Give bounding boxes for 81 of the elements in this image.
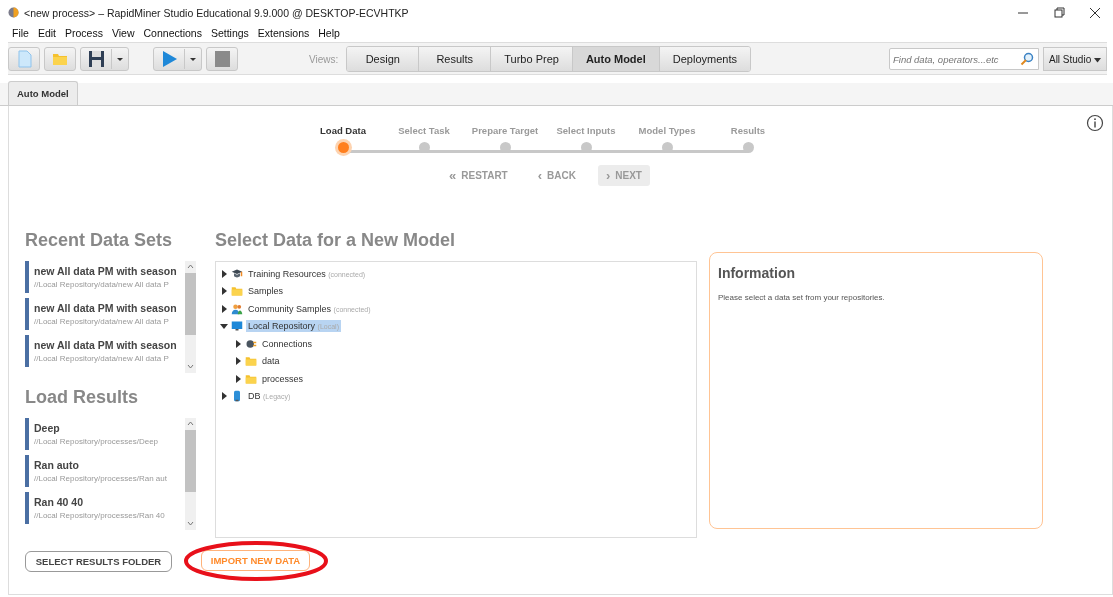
app-logo-icon [8, 7, 19, 18]
chevron-icon: › [605, 168, 611, 183]
stop-button[interactable] [206, 47, 238, 71]
item-path: //Local Repository/processes/Ran aut [34, 474, 168, 483]
save-button[interactable] [80, 47, 129, 71]
scope-dropdown[interactable]: All Studio [1042, 47, 1107, 71]
tree-item[interactable]: data [260, 355, 282, 368]
step-label: Prepare Target [471, 125, 539, 136]
step-label: Load Data [320, 125, 366, 136]
item-path: //Local Repository/data/new All data P [34, 354, 170, 363]
step-label: Select Task [398, 125, 450, 136]
step-dot[interactable] [418, 142, 430, 153]
monitor-icon [231, 320, 243, 333]
search-field[interactable]: Find data, operators...etc [888, 48, 1039, 70]
folder-icon [245, 372, 257, 385]
menu-item[interactable]: View [111, 26, 135, 39]
folder-icon [245, 355, 257, 368]
folder-icon [231, 285, 243, 298]
collapsed-arrow-icon[interactable] [234, 374, 242, 383]
step-dot[interactable] [580, 142, 592, 153]
menu-item[interactable]: Process [65, 26, 103, 39]
search-input[interactable]: Find data, operators...etc [889, 52, 1020, 66]
menu-item[interactable]: Connections [143, 26, 202, 39]
people-icon [231, 302, 243, 315]
item-title: new All data PM with season [34, 265, 178, 277]
select-folder-button[interactable]: SELECT RESULTS FOLDER [25, 551, 172, 572]
collapsed-arrow-icon[interactable] [234, 357, 242, 366]
search-icon[interactable] [1019, 52, 1034, 66]
menu-item[interactable]: Settings [210, 26, 249, 39]
plug-icon [245, 337, 257, 350]
item-title: Deep [34, 422, 61, 434]
tree-item[interactable]: processes [260, 372, 306, 385]
step-dot[interactable] [337, 142, 349, 153]
view-tab[interactable]: Auto Model [572, 47, 660, 71]
panel-text: Please select a data set from your repositories. [718, 293, 886, 302]
expanded-arrow-icon[interactable] [220, 322, 228, 331]
views-label: Views: [308, 53, 339, 65]
scrollbar[interactable] [185, 261, 196, 373]
collapsed-arrow-icon[interactable] [220, 304, 228, 313]
panel-title: Information [718, 265, 796, 281]
item-title: Ran 40 40 [34, 496, 85, 508]
tree-item[interactable]: Connections [260, 337, 315, 350]
chevron-icon: « [449, 168, 457, 183]
step-label: Results [730, 125, 766, 136]
collapsed-arrow-icon[interactable] [220, 287, 228, 296]
item-path: //Local Repository/data/new All data P [34, 280, 170, 289]
menu-item[interactable]: Edit [37, 26, 56, 39]
view-tab[interactable]: Results [419, 47, 492, 71]
collapsed-arrow-icon[interactable] [220, 392, 228, 401]
database-icon [231, 390, 243, 403]
run-button[interactable] [153, 47, 202, 71]
scrollbar[interactable] [185, 418, 196, 530]
view-tab[interactable]: Deployments [659, 47, 750, 71]
chevron-icon: ‹ [537, 168, 543, 183]
item-path: //Local Repository/data/new All data P [34, 317, 170, 326]
section-title: Recent Data Sets [25, 230, 174, 251]
window-title: <new process> – RapidMiner Studio Educational 9.9.000 @ DESKTOP-ECVHTKP [24, 6, 409, 19]
tab[interactable]: Auto Model [8, 81, 78, 105]
step-label: Select Inputs [556, 125, 616, 136]
step-label: Model Types [638, 125, 696, 136]
menu-item[interactable]: Help [318, 26, 340, 39]
section-title: Select Data for a New Model [215, 230, 457, 251]
info-icon[interactable] [1086, 114, 1104, 132]
item-title: new All data PM with season [34, 302, 178, 314]
tree-item[interactable]: Samples [246, 285, 285, 298]
step-dot[interactable] [661, 142, 673, 153]
step-dot[interactable] [499, 142, 511, 153]
item-path: //Local Repository/processes/Deep [34, 437, 160, 446]
item-title: Ran auto [34, 459, 80, 471]
graduation-cap-icon [231, 267, 243, 280]
collapsed-arrow-icon[interactable] [234, 339, 242, 348]
menu-item[interactable]: Extensions [257, 26, 310, 39]
item-title: new All data PM with season [34, 339, 178, 351]
menu-item[interactable]: File [12, 26, 29, 39]
item-path: //Local Repository/processes/Ran 40 [34, 511, 166, 520]
view-tab[interactable]: Turbo Prep [491, 47, 573, 71]
view-tab[interactable]: Design [347, 47, 420, 71]
step-dot[interactable] [742, 142, 754, 153]
caret-icon [1094, 57, 1101, 63]
section-title: Load Results [25, 387, 140, 408]
collapsed-arrow-icon[interactable] [220, 269, 228, 278]
